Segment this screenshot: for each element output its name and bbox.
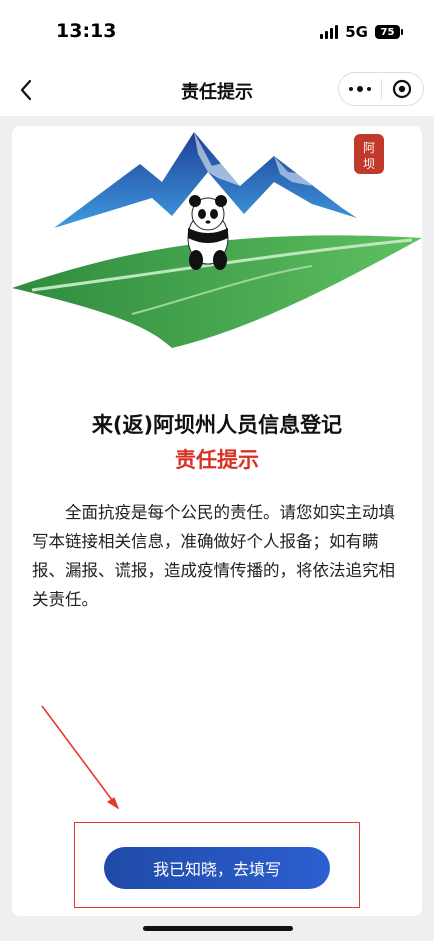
signal-icon bbox=[320, 25, 339, 39]
network-type: 5G bbox=[345, 23, 368, 41]
seal-char-2: 坝 bbox=[363, 157, 375, 171]
panda-illustration bbox=[187, 195, 229, 270]
annotation-highlight-box bbox=[74, 822, 360, 908]
more-button[interactable] bbox=[339, 73, 381, 105]
battery-level: 75 bbox=[380, 26, 395, 38]
aba-seal-logo: 阿 坝 bbox=[354, 134, 384, 174]
status-indicators: 5G 75 bbox=[320, 22, 403, 42]
close-button[interactable] bbox=[382, 73, 424, 105]
notice-subtitle: 责任提示 bbox=[175, 448, 259, 472]
form-title: 来(返)阿坝州人员信息登记 bbox=[91, 413, 343, 437]
seal-char-1: 阿 bbox=[363, 141, 375, 155]
content-card: 阿 坝 来(返)阿坝州人员信息登记 责任提示 全面抗疫是每个公民的责任。请您如实… bbox=[12, 126, 422, 916]
banner-image: 阿 坝 bbox=[12, 132, 422, 348]
home-indicator bbox=[143, 926, 293, 931]
responsibility-notice: 全面抗疫是每个公民的责任。请您如实主动填写本链接相关信息，准确做好个人报备；如有… bbox=[32, 503, 395, 609]
status-time: 13:13 bbox=[56, 20, 117, 42]
more-dots-icon bbox=[348, 86, 371, 92]
status-bar: 13:13 5G 75 bbox=[0, 0, 434, 64]
battery-icon: 75 bbox=[375, 25, 403, 39]
nav-bar: 责任提示 bbox=[0, 64, 434, 116]
miniprogram-capsule bbox=[338, 72, 424, 106]
target-circle-icon bbox=[393, 79, 412, 99]
